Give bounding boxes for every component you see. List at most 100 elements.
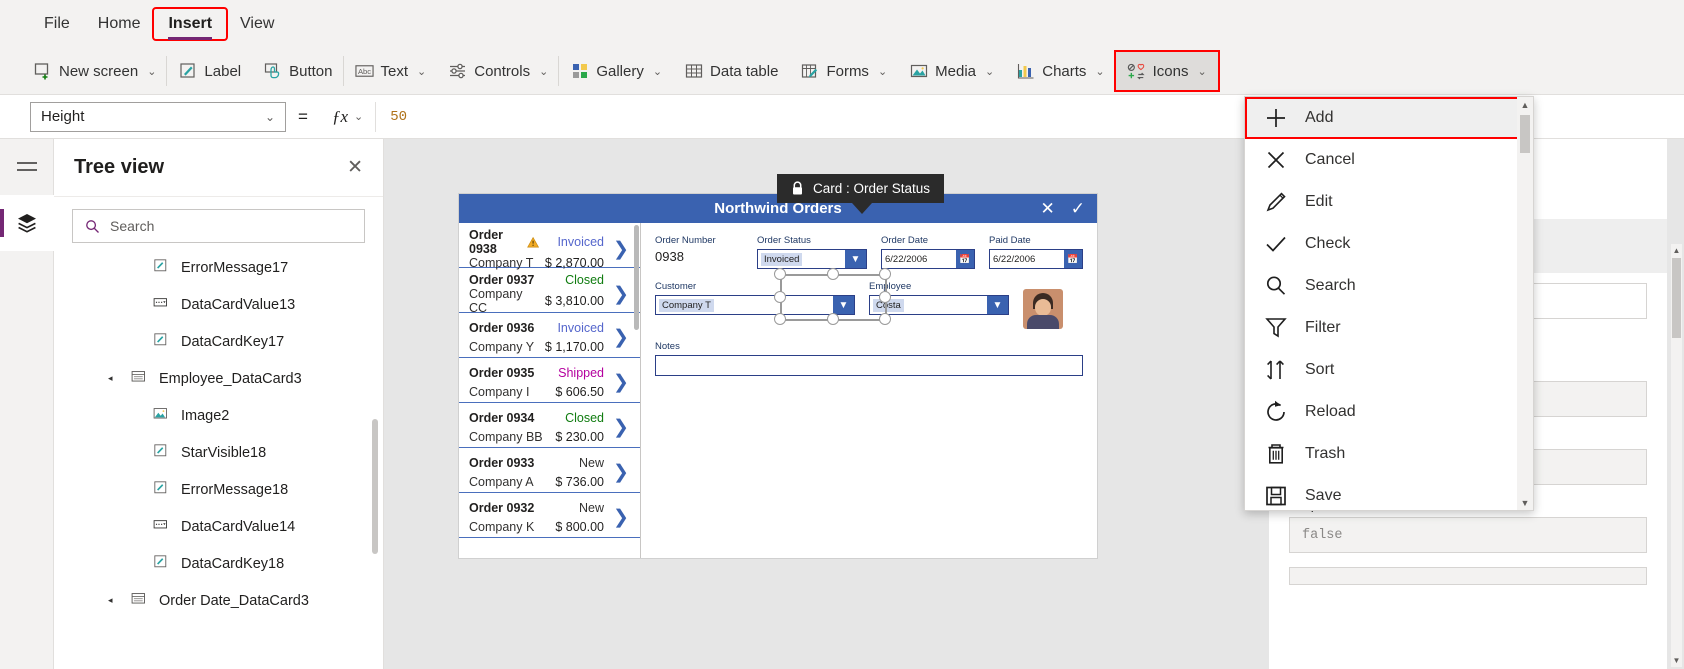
ribbon-text[interactable]: Abc Text ⌄ [344, 52, 438, 90]
hamburger-menu-button[interactable] [0, 139, 54, 195]
gallery-item[interactable]: Order 0936 Company Y Invoiced $ 1,170.00 ❯ [459, 313, 640, 358]
chevron-down-icon[interactable]: ▼ [833, 296, 854, 314]
field-customer[interactable]: Customer Company T ▼ [655, 281, 855, 329]
order-status-dropdown[interactable]: Invoiced ▼ [757, 249, 867, 269]
flyout-scrollbar[interactable]: ▲ ▼ [1517, 97, 1533, 510]
tree-node[interactable]: ◂ Employee_DataCard3 [54, 360, 383, 397]
field-order-date[interactable]: Order Date 6/22/2006 📅 [881, 235, 975, 269]
ribbon-new-screen[interactable]: New screen ⌄ [22, 52, 168, 90]
tree-node[interactable]: ErrorMessage17 [54, 249, 383, 286]
chevron-right-icon[interactable]: ❯ [610, 283, 632, 306]
required-input[interactable]: false [1289, 517, 1647, 553]
properties-scrollbar-thumb[interactable] [1672, 258, 1681, 338]
paid-date-input[interactable]: 6/22/2006 📅 [989, 249, 1083, 269]
icons-menu-item-add[interactable]: Add [1245, 97, 1533, 139]
fx-button[interactable]: ƒx ⌄ [320, 101, 377, 132]
chevron-right-icon[interactable]: ❯ [610, 238, 632, 261]
chevron-right-icon[interactable]: ❯ [610, 461, 632, 484]
tree-search-box[interactable]: Search [72, 209, 365, 243]
chevron-down-icon[interactable]: ⌄ [878, 65, 887, 78]
resize-handle-e[interactable] [879, 291, 891, 303]
ribbon-gallery[interactable]: Gallery ⌄ [559, 52, 673, 90]
tree-node[interactable]: ErrorMessage18 [54, 471, 383, 508]
app-canvas[interactable]: Northwind Orders ✕ ✓ Order 0938 Company T… [384, 139, 1192, 669]
field-paid-date[interactable]: Paid Date 6/22/2006 📅 [989, 235, 1083, 269]
ribbon-icons[interactable]: Icons ⌄ [1113, 50, 1220, 92]
tree-scrollbar[interactable] [372, 419, 378, 554]
chevron-down-icon[interactable]: ⌄ [985, 65, 994, 78]
icons-menu-item-search[interactable]: Search [1245, 265, 1533, 307]
order-gallery[interactable]: Order 0938 Company T Invoiced $ 2,870.00 ❯ Or… [459, 223, 641, 558]
tree-node-list[interactable]: ErrorMessage17 DataCardValue13 DataCardKey… [54, 249, 383, 669]
gallery-item[interactable]: Order 0937 Company CC Closed $ 3,810.00 ❯ [459, 268, 640, 315]
gallery-item[interactable]: Order 0934 Company BB Closed $ 230.00 ❯ [459, 403, 640, 448]
chevron-down-icon[interactable]: ⌄ [1095, 65, 1104, 78]
icons-menu-item-cancel[interactable]: Cancel [1245, 139, 1533, 181]
ribbon-media[interactable]: Media ⌄ [898, 52, 1005, 90]
icons-menu-item-edit[interactable]: Edit [1245, 181, 1533, 223]
icons-menu-item-reload[interactable]: Reload [1245, 391, 1533, 433]
ribbon-charts[interactable]: Charts ⌄ [1005, 52, 1116, 90]
property-selector[interactable]: Height ⌄ [30, 101, 286, 132]
expand-caret-icon[interactable]: ◂ [108, 595, 121, 606]
chevron-down-icon[interactable]: ⌄ [539, 65, 548, 78]
chevron-down-icon[interactable]: ⌄ [417, 65, 426, 78]
menu-item-insert[interactable]: Insert [152, 7, 229, 41]
chevron-down-icon[interactable]: ▼ [845, 250, 866, 268]
chevron-right-icon[interactable]: ❯ [610, 416, 632, 439]
tree-node[interactable]: DataCardValue13 [54, 286, 383, 323]
resize-handle-sw[interactable] [774, 313, 786, 325]
resize-handle-nw[interactable] [774, 268, 786, 280]
field-order-status[interactable]: Order Status Invoiced ▼ [757, 235, 867, 269]
check-icon[interactable]: ✓ [1071, 199, 1085, 219]
chevron-up-icon[interactable]: ▲ [1517, 97, 1533, 112]
chevron-down-icon[interactable]: ▼ [987, 296, 1008, 314]
chevron-down-icon[interactable]: ⌄ [147, 65, 156, 78]
tree-node[interactable]: DataCardKey18 [54, 545, 383, 582]
chevron-up-icon[interactable]: ▲ [1671, 244, 1682, 257]
ribbon-label-control[interactable]: Label [167, 52, 252, 90]
ribbon-button-control[interactable]: Button [252, 52, 344, 90]
tree-node[interactable]: DataCardKey17 [54, 323, 383, 360]
icons-menu-item-save[interactable]: Save [1245, 475, 1533, 517]
resize-handle-s[interactable] [827, 313, 839, 325]
partial-field[interactable] [1289, 567, 1647, 585]
gallery-item[interactable]: Order 0932 Company K New $ 800.00 ❯ [459, 493, 640, 538]
cancel-icon[interactable]: ✕ [1041, 199, 1055, 219]
chevron-down-icon[interactable]: ▼ [1671, 654, 1682, 667]
chevron-right-icon[interactable]: ❯ [610, 506, 632, 529]
calendar-icon[interactable]: 📅 [956, 250, 974, 268]
gallery-scrollbar[interactable] [634, 225, 639, 330]
tree-node[interactable]: ◂ Order Date_DataCard3 [54, 582, 383, 619]
calendar-icon[interactable]: 📅 [1064, 250, 1082, 268]
icons-menu-item-sort[interactable]: Sort [1245, 349, 1533, 391]
menu-item-view[interactable]: View [226, 9, 288, 39]
ribbon-controls[interactable]: Controls ⌄ [437, 52, 560, 90]
icons-menu-item-check[interactable]: Check [1245, 223, 1533, 265]
tree-node[interactable]: DataCardValue14 [54, 508, 383, 545]
notes-input[interactable] [655, 355, 1083, 376]
chevron-right-icon[interactable]: ❯ [610, 326, 632, 349]
gallery-item[interactable]: Order 0933 Company A New $ 736.00 ❯ [459, 448, 640, 493]
icons-menu-item-trash[interactable]: Trash [1245, 433, 1533, 475]
tree-node[interactable]: StarVisible18 [54, 434, 383, 471]
expand-caret-icon[interactable]: ◂ [108, 373, 121, 384]
resize-handle-se[interactable] [879, 313, 891, 325]
rail-item-tree-view[interactable] [0, 195, 54, 251]
menu-item-home[interactable]: Home [84, 9, 155, 39]
chevron-right-icon[interactable]: ❯ [610, 371, 632, 394]
chevron-down-icon[interactable]: ⌄ [1198, 65, 1207, 78]
icons-menu-item-filter[interactable]: Filter [1245, 307, 1533, 349]
resize-handle-ne[interactable] [879, 268, 891, 280]
resize-handle-w[interactable] [774, 291, 786, 303]
properties-scrollbar[interactable]: ▲ ▼ [1671, 244, 1682, 667]
tree-node[interactable]: Image2 [54, 397, 383, 434]
ribbon-forms[interactable]: Forms ⌄ [789, 52, 898, 90]
chevron-down-icon[interactable]: ▼ [1517, 495, 1533, 510]
customer-dropdown[interactable]: Company T ▼ [655, 295, 855, 315]
icons-flyout-menu[interactable]: Add Cancel Edit Check Search Filter Sort Reload… [1244, 96, 1534, 511]
gallery-item[interactable]: Order 0938 Company T Invoiced $ 2,870.00 ❯ [459, 223, 640, 270]
chevron-down-icon[interactable]: ⌄ [653, 65, 662, 78]
resize-handle-n[interactable] [827, 268, 839, 280]
menu-item-file[interactable]: File [30, 9, 84, 39]
